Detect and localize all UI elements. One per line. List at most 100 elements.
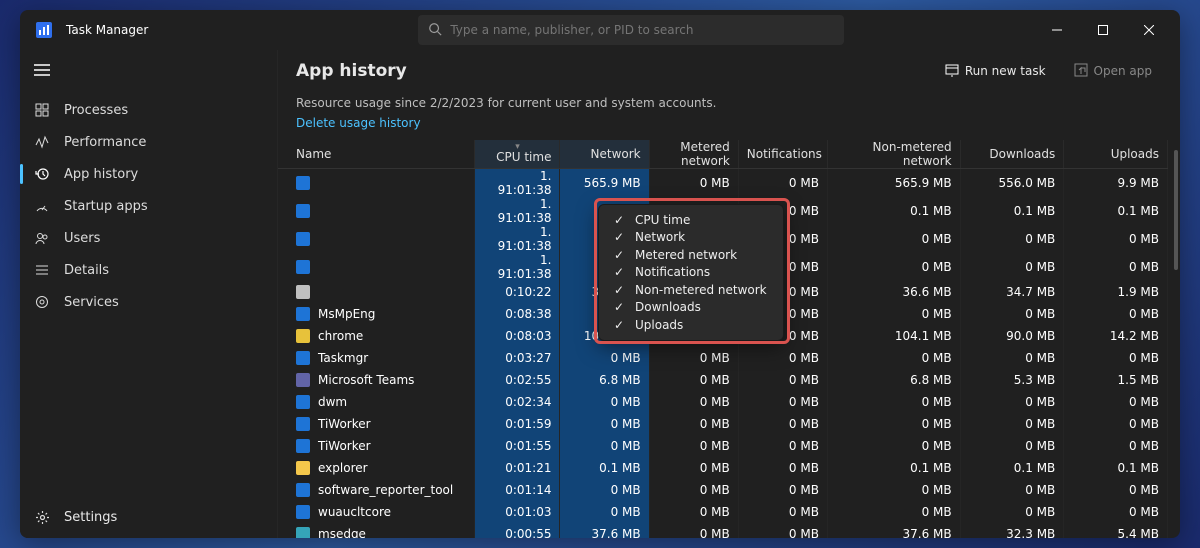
cell-network: 0 MB bbox=[560, 347, 649, 369]
nav-app-history[interactable]: App history bbox=[20, 158, 277, 190]
cell-downloads: 0 MB bbox=[960, 435, 1064, 457]
cell-uploads: 0 MB bbox=[1064, 413, 1168, 435]
search-input[interactable] bbox=[450, 23, 834, 37]
cell-metered: 0 MB bbox=[649, 347, 738, 369]
ctx-menu-item[interactable]: ✓Metered network bbox=[599, 246, 783, 264]
nav-users[interactable]: Users bbox=[20, 222, 277, 254]
table-row[interactable]: wuaucltcore0:01:030 MB0 MB0 MB0 MB0 MB0 … bbox=[278, 501, 1168, 523]
run-new-task-button[interactable]: Run new task bbox=[935, 57, 1056, 85]
table-row[interactable]: dwm0:02:340 MB0 MB0 MB0 MB0 MB0 MB bbox=[278, 391, 1168, 413]
table-row[interactable]: msedge0:00:5537.6 MB0 MB0 MB37.6 MB32.3 … bbox=[278, 523, 1168, 538]
cell-network: 0.1 MB bbox=[560, 457, 649, 479]
check-icon: ✓ bbox=[613, 283, 625, 297]
cell-downloads: 0 MB bbox=[960, 253, 1064, 281]
cell-notifications: 0 MB bbox=[738, 369, 827, 391]
nav-settings[interactable]: Settings bbox=[20, 496, 277, 538]
cell-cpu: 0:02:55 bbox=[475, 369, 560, 391]
col-name[interactable]: Name bbox=[278, 140, 475, 169]
cell-downloads: 0.1 MB bbox=[960, 457, 1064, 479]
process-icon bbox=[296, 329, 310, 343]
ctx-menu-item[interactable]: ✓Network bbox=[599, 229, 783, 247]
cell-downloads: 0 MB bbox=[960, 501, 1064, 523]
ctx-menu-item[interactable]: ✓ Downloads bbox=[599, 299, 783, 317]
check-icon: ✓ bbox=[613, 213, 625, 227]
gear-icon bbox=[34, 294, 50, 310]
table-row[interactable]: explorer0:01:210.1 MB0 MB0 MB0.1 MB0.1 M… bbox=[278, 457, 1168, 479]
wave-icon bbox=[34, 134, 50, 150]
process-icon bbox=[296, 351, 310, 365]
cell-network: 0 MB bbox=[560, 435, 649, 457]
cell-nonmetered: 0 MB bbox=[827, 413, 960, 435]
hamburger-button[interactable] bbox=[20, 50, 277, 90]
cell-notifications: 0 MB bbox=[738, 501, 827, 523]
table-row[interactable]: Microsoft Teams0:02:556.8 MB0 MB0 MB6.8 … bbox=[278, 369, 1168, 391]
table-row[interactable]: TiWorker0:01:590 MB0 MB0 MB0 MB0 MB0 MB bbox=[278, 413, 1168, 435]
process-name: dwm bbox=[318, 395, 347, 409]
nav-label: Details bbox=[64, 263, 109, 278]
col-notifications[interactable]: Notifications bbox=[738, 140, 827, 169]
cell-nonmetered: 0 MB bbox=[827, 347, 960, 369]
delete-history-link[interactable]: Delete usage history bbox=[296, 116, 421, 130]
cell-downloads: 0 MB bbox=[960, 391, 1064, 413]
cell-uploads: 5.4 MB bbox=[1064, 523, 1168, 538]
process-icon bbox=[296, 260, 310, 274]
close-button[interactable] bbox=[1126, 15, 1172, 45]
nav-processes[interactable]: Processes bbox=[20, 94, 277, 126]
list-icon bbox=[34, 262, 50, 278]
cell-uploads: 0 MB bbox=[1064, 435, 1168, 457]
page-title: App history bbox=[296, 61, 407, 81]
cell-uploads: 0.1 MB bbox=[1064, 457, 1168, 479]
cell-downloads: 90.0 MB bbox=[960, 325, 1064, 347]
ctx-menu-label: Metered network bbox=[635, 248, 737, 262]
cell-cpu: 0:01:21 bbox=[475, 457, 560, 479]
process-icon bbox=[296, 204, 310, 218]
minimize-button[interactable] bbox=[1034, 15, 1080, 45]
ctx-menu-item[interactable]: ✓CPU time bbox=[599, 211, 783, 229]
col-uploads[interactable]: Uploads bbox=[1064, 140, 1168, 169]
cell-cpu: 0:00:55 bbox=[475, 523, 560, 538]
search-box[interactable] bbox=[418, 15, 844, 45]
table-row[interactable]: 1. 91:01:38565.9 MB0 MB0 MB565.9 MB556.0… bbox=[278, 169, 1168, 198]
ctx-menu-item[interactable]: ✓Notifications bbox=[599, 264, 783, 282]
run-task-label: Run new task bbox=[965, 64, 1046, 78]
table-row[interactable]: software_reporter_tool0:01:140 MB0 MB0 M… bbox=[278, 479, 1168, 501]
cell-network: 37.6 MB bbox=[560, 523, 649, 538]
nav-startup[interactable]: Startup apps bbox=[20, 190, 277, 222]
scroll-thumb[interactable] bbox=[1174, 150, 1178, 270]
cell-cpu: 0:01:03 bbox=[475, 501, 560, 523]
process-icon bbox=[296, 395, 310, 409]
cell-downloads: 0.1 MB bbox=[960, 197, 1064, 225]
nav-label: Processes bbox=[64, 103, 128, 118]
nav-performance[interactable]: Performance bbox=[20, 126, 277, 158]
usage-description: Resource usage since 2/2/2023 for curren… bbox=[278, 92, 1180, 112]
ctx-menu-item[interactable]: ✓Uploads bbox=[599, 316, 783, 334]
cell-nonmetered: 0 MB bbox=[827, 391, 960, 413]
cell-downloads: 0 MB bbox=[960, 225, 1064, 253]
ctx-menu-label: Downloads bbox=[635, 300, 701, 314]
table-row[interactable]: Taskmgr0:03:270 MB0 MB0 MB0 MB0 MB0 MB bbox=[278, 347, 1168, 369]
open-app-button[interactable]: Open app bbox=[1064, 57, 1162, 85]
cell-nonmetered: 0 MB bbox=[827, 501, 960, 523]
col-metered[interactable]: Metered network bbox=[649, 140, 738, 169]
cell-cpu: 1. 91:01:38 bbox=[475, 253, 560, 281]
sidebar: Processes Performance App history Startu… bbox=[20, 50, 278, 538]
cell-nonmetered: 0 MB bbox=[827, 253, 960, 281]
cell-uploads: 0 MB bbox=[1064, 501, 1168, 523]
nav-services[interactable]: Services bbox=[20, 286, 277, 318]
check-icon: ✓ bbox=[613, 300, 625, 314]
process-icon bbox=[296, 461, 310, 475]
cell-cpu: 0:01:55 bbox=[475, 435, 560, 457]
process-icon bbox=[296, 439, 310, 453]
col-network[interactable]: Network bbox=[560, 140, 649, 169]
cell-nonmetered: 104.1 MB bbox=[827, 325, 960, 347]
maximize-button[interactable] bbox=[1080, 15, 1126, 45]
col-downloads[interactable]: Downloads bbox=[960, 140, 1064, 169]
ctx-menu-item[interactable]: ✓Non-metered network bbox=[599, 281, 783, 299]
col-cpu-time[interactable]: ▾CPU time bbox=[475, 140, 560, 169]
col-nonmetered[interactable]: Non-metered network bbox=[827, 140, 960, 169]
scrollbar[interactable] bbox=[1170, 140, 1178, 538]
table-row[interactable]: TiWorker0:01:550 MB0 MB0 MB0 MB0 MB0 MB bbox=[278, 435, 1168, 457]
nav-details[interactable]: Details bbox=[20, 254, 277, 286]
history-icon bbox=[34, 166, 50, 182]
cell-network: 0 MB bbox=[560, 391, 649, 413]
